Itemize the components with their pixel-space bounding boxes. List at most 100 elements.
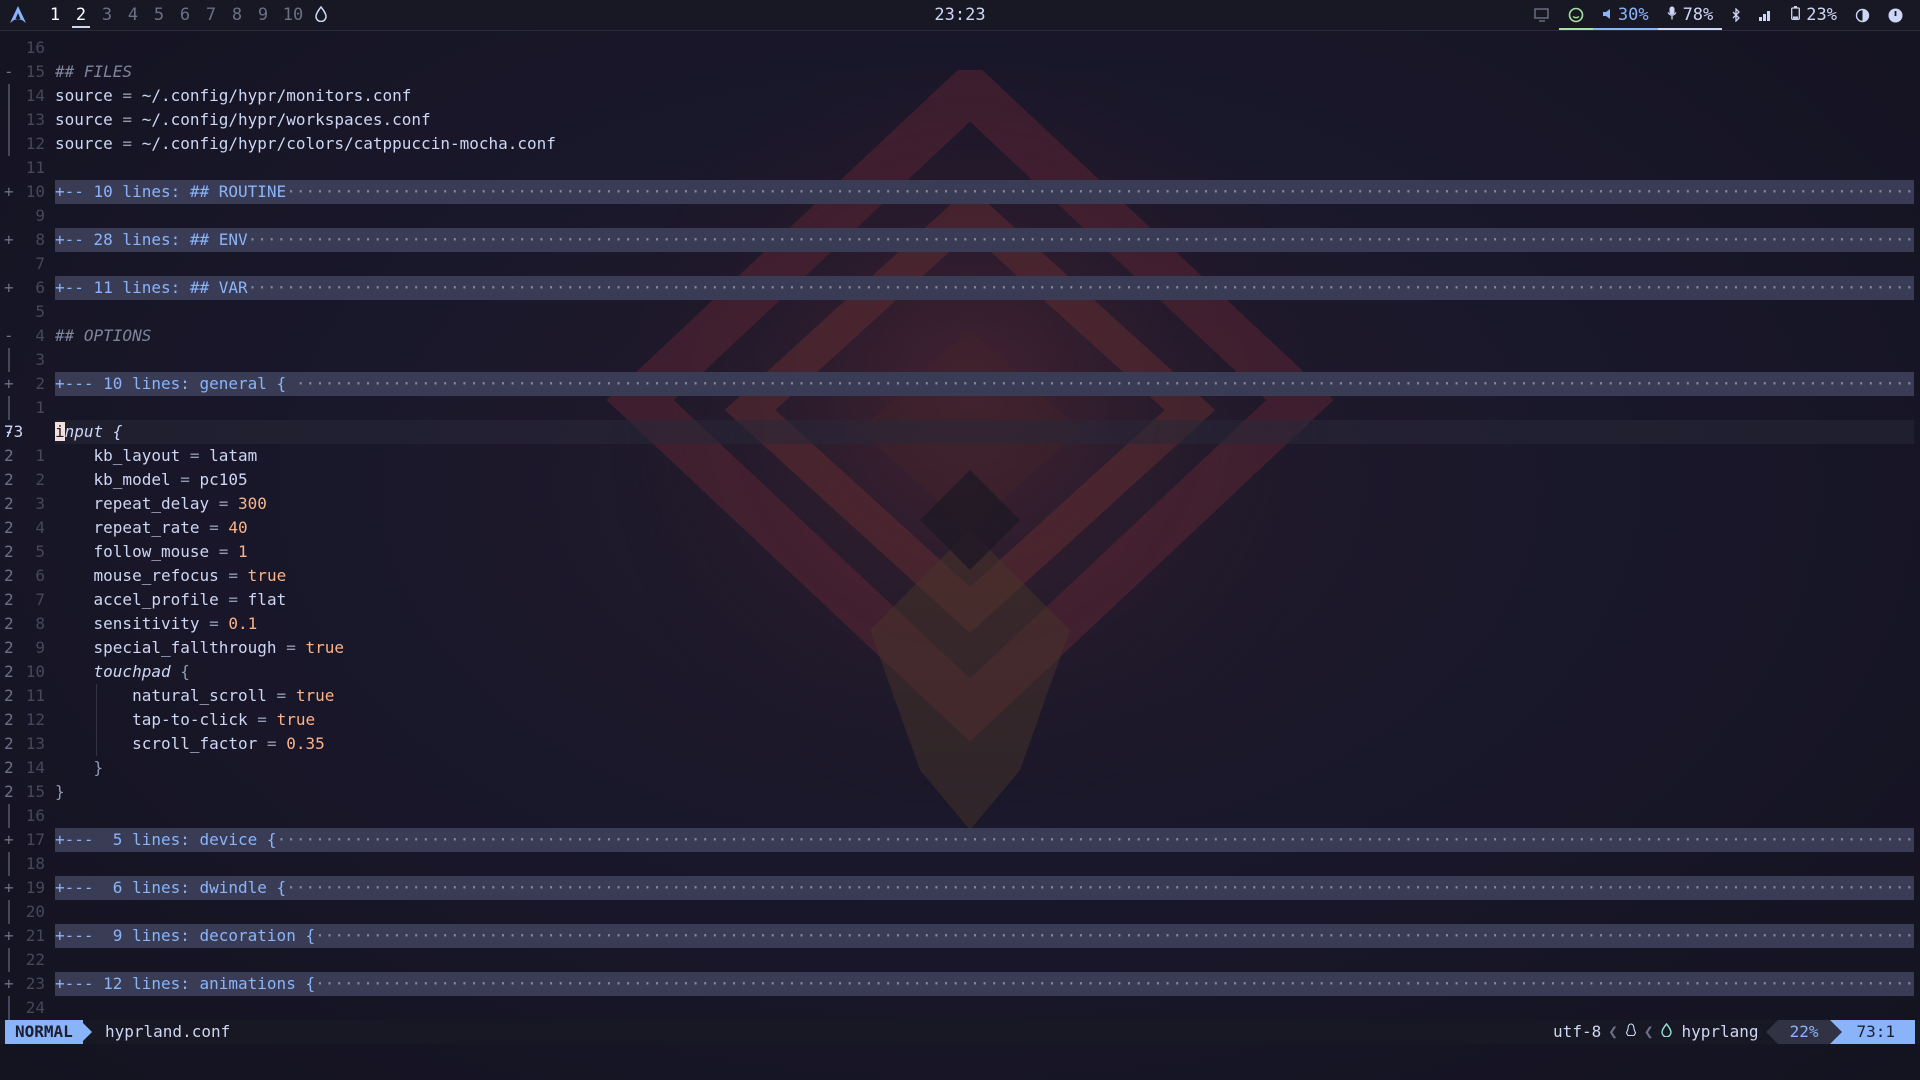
- code-line[interactable]: 16: [0, 36, 1920, 60]
- line-text: source = ~/.config/hypr/workspaces.conf: [55, 110, 431, 129]
- code-line[interactable]: 5: [0, 300, 1920, 324]
- line-text: scroll_factor = 0.35: [55, 732, 1914, 756]
- code-line[interactable]: 13 source = ~/.config/hypr/workspaces.con…: [0, 108, 1920, 132]
- code-line[interactable]: 7: [0, 252, 1920, 276]
- comment: ## FILES: [55, 62, 133, 81]
- line-number: 18: [25, 854, 45, 873]
- folded-line[interactable]: +2 +--- 10 lines: general { ·············…: [0, 372, 1920, 396]
- code-line[interactable]: 3: [0, 348, 1920, 372]
- status-face-icon[interactable]: [1558, 0, 1593, 30]
- code-line[interactable]: 2 15}: [0, 780, 1920, 804]
- workspace-5[interactable]: 5: [146, 0, 172, 30]
- code-line[interactable]: 9: [0, 204, 1920, 228]
- indent-guide: [95, 708, 97, 732]
- code-line[interactable]: 2 11 natural_scroll = true: [0, 684, 1920, 708]
- fold-fill: ········································…: [315, 926, 1914, 945]
- code-line[interactable]: -15 ## FILES: [0, 60, 1920, 84]
- folded-line[interactable]: +19 +--- 6 lines: dwindle {··············…: [0, 876, 1920, 900]
- battery-indicator[interactable]: 23%: [1782, 0, 1846, 30]
- folded-line[interactable]: +10 +-- 10 lines: ## ROUTINE·············…: [0, 180, 1920, 204]
- fold-guide: [8, 900, 10, 924]
- code-line[interactable]: 20: [0, 900, 1920, 924]
- code-line[interactable]: 14 source = ~/.config/hypr/monitors.conf: [0, 84, 1920, 108]
- line-text: input {: [55, 420, 1914, 444]
- fold-fill: ········································…: [295, 374, 1914, 393]
- code-line[interactable]: 2 10 touchpad {: [0, 660, 1920, 684]
- code-line[interactable]: 2 12 tap-to-click = true: [0, 708, 1920, 732]
- fold-guide: [8, 396, 10, 420]
- fold-label: +--- 5 lines: device {: [55, 830, 277, 849]
- line-text: sensitivity = 0.1: [93, 614, 258, 633]
- code-line[interactable]: 26 mouse_refocus = true: [0, 564, 1920, 588]
- line-number: 4: [35, 518, 45, 537]
- workspace-9[interactable]: 9: [250, 0, 276, 30]
- code-line[interactable]: 28 sensitivity = 0.1: [0, 612, 1920, 636]
- code-line[interactable]: 23 repeat_delay = 300: [0, 492, 1920, 516]
- mode-separator: [80, 1020, 92, 1044]
- folded-line[interactable]: +21 +--- 9 lines: decoration {···········…: [0, 924, 1920, 948]
- line-number: 9: [35, 638, 45, 657]
- code-line[interactable]: 22 kb_model = pc105: [0, 468, 1920, 492]
- line-number: 5: [35, 302, 45, 321]
- workspace-7[interactable]: 7: [198, 0, 224, 30]
- code-line[interactable]: 24: [0, 996, 1920, 1020]
- workspace-10[interactable]: 10: [276, 0, 310, 30]
- fold-fill: ········································…: [286, 182, 1914, 201]
- battery-value: 23%: [1806, 5, 1837, 25]
- line-number: 5: [35, 542, 45, 561]
- screen-icon[interactable]: [1525, 0, 1559, 30]
- speaker-icon: [1602, 0, 1612, 30]
- config-value: 40: [228, 518, 248, 537]
- fold-fill: ········································…: [247, 278, 1914, 297]
- water-drop-icon[interactable]: [310, 0, 332, 30]
- microphone-icon: [1667, 0, 1677, 30]
- folded-line[interactable]: +17 +--- 5 lines: device {···············…: [0, 828, 1920, 852]
- text-cursor: i: [55, 422, 65, 441]
- line-text: natural_scroll = true: [55, 684, 1914, 708]
- code-line[interactable]: -4 ## OPTIONS: [0, 324, 1920, 348]
- workspace-4[interactable]: 4: [120, 0, 146, 30]
- workspace-1[interactable]: 1: [42, 0, 68, 30]
- indent-guide: [95, 684, 97, 708]
- folded-line[interactable]: +8 +-- 28 lines: ## ENV··················…: [0, 228, 1920, 252]
- code-line[interactable]: -73 input {: [0, 420, 1920, 444]
- line-text: }: [55, 780, 1914, 804]
- code-line[interactable]: 1: [0, 396, 1920, 420]
- code-line[interactable]: 12 source = ~/.config/hypr/colors/catppuc…: [0, 132, 1920, 156]
- code-line[interactable]: 27 accel_profile = flat: [0, 588, 1920, 612]
- config-key: mouse_refocus: [93, 566, 219, 585]
- line-number: 12: [25, 710, 45, 729]
- config-key: natural_scroll: [132, 686, 267, 705]
- code-line[interactable]: 22: [0, 948, 1920, 972]
- line-number: 4: [35, 326, 45, 345]
- code-editor[interactable]: 16-15 ## FILES 14 source = ~/.config/hypr/m…: [0, 36, 1920, 1020]
- workspace-6[interactable]: 6: [172, 0, 198, 30]
- code-line[interactable]: 25 follow_mouse = 1: [0, 540, 1920, 564]
- config-value: ~/.config/hypr/monitors.conf: [141, 86, 412, 105]
- code-line[interactable]: 16: [0, 804, 1920, 828]
- code-line[interactable]: 18: [0, 852, 1920, 876]
- arch-logo-icon[interactable]: [8, 5, 28, 25]
- mic-indicator[interactable]: 78%: [1657, 0, 1723, 30]
- folded-line[interactable]: +6 +-- 11 lines: ## VAR··················…: [0, 276, 1920, 300]
- volume-indicator[interactable]: 30%: [1592, 0, 1658, 30]
- workspace-2[interactable]: 2: [68, 0, 94, 30]
- code-line[interactable]: 11: [0, 156, 1920, 180]
- code-line[interactable]: 29 special_fallthrough = true: [0, 636, 1920, 660]
- code-line[interactable]: 24 repeat_rate = 40: [0, 516, 1920, 540]
- line-text: [55, 852, 1914, 876]
- code-line[interactable]: 2 14 }: [0, 756, 1920, 780]
- folded-line[interactable]: +23 +--- 12 lines: animations {··········…: [0, 972, 1920, 996]
- workspace-3[interactable]: 3: [94, 0, 120, 30]
- power-icon[interactable]: [1879, 0, 1912, 30]
- code-line[interactable]: 21 kb_layout = latam: [0, 444, 1920, 468]
- bluetooth-icon[interactable]: [1722, 0, 1750, 30]
- config-key: kb_model: [93, 470, 171, 489]
- signal-icon[interactable]: [1750, 0, 1782, 30]
- line-text: [55, 996, 1914, 1020]
- comment: ## OPTIONS: [55, 326, 152, 345]
- line-number: 2: [35, 374, 45, 393]
- theme-contrast-icon[interactable]: [1846, 0, 1879, 30]
- code-line[interactable]: 2 13 scroll_factor = 0.35: [0, 732, 1920, 756]
- workspace-8[interactable]: 8: [224, 0, 250, 30]
